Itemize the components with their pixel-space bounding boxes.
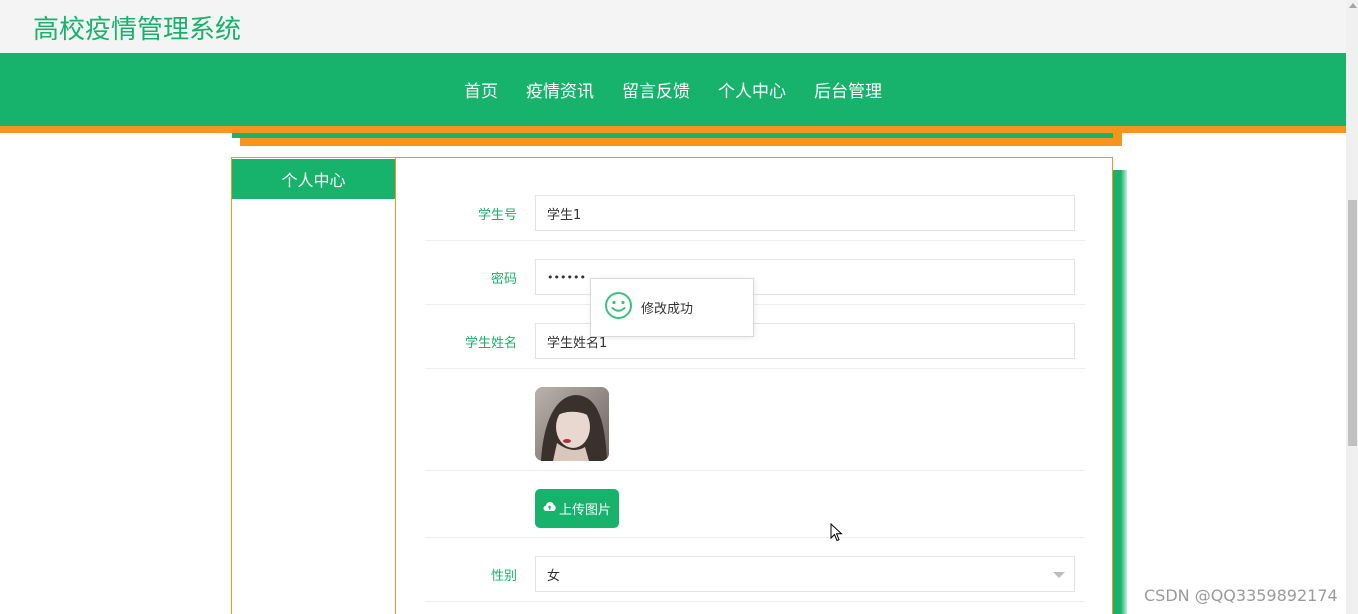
nav-item-epidemic-news[interactable]: 疫情资讯 (526, 77, 594, 102)
sidebar-title[interactable]: 个人中心 (232, 159, 395, 199)
success-toast: 修改成功 (590, 278, 754, 337)
nav-list: 首页 疫情资讯 留言反馈 个人中心 后台管理 (0, 53, 1346, 126)
main-navbar: 首页 疫情资讯 留言反馈 个人中心 后台管理 (0, 53, 1346, 126)
scroll-up-arrow-icon[interactable] (1349, 3, 1357, 8)
upload-image-button[interactable]: 上传图片 (535, 489, 619, 528)
toast-message: 修改成功 (641, 302, 694, 317)
form-row-student-id: 学生号 学生1 (425, 177, 1085, 241)
cloud-upload-icon (543, 501, 556, 516)
watermark: CSDN @QQ3359892174 (1144, 586, 1338, 605)
form-row-student-name: 学生姓名 学生姓名1 (425, 305, 1085, 369)
nav-item-admin[interactable]: 后台管理 (814, 77, 882, 102)
gender-selected-value: 女 (547, 568, 561, 584)
banner-green-bar (232, 133, 1113, 138)
form-row-avatar (425, 369, 1085, 471)
gender-select[interactable]: 女 (535, 556, 1075, 592)
sidebar-panel: 个人中心 (231, 157, 396, 614)
form-row-gender: 性别 女 (425, 538, 1085, 602)
smiley-icon (604, 291, 633, 324)
nav-item-personal-center[interactable]: 个人中心 (718, 77, 786, 102)
nav-item-feedback[interactable]: 留言反馈 (622, 77, 690, 102)
student-id-input[interactable]: 学生1 (535, 195, 1075, 231)
avatar-image (535, 387, 609, 461)
form-row-upload (425, 471, 1085, 538)
site-title: 高校疫情管理系统 (33, 15, 242, 45)
mouse-cursor-icon (830, 522, 844, 547)
password-label: 密码 (490, 272, 517, 287)
chevron-down-icon (1053, 572, 1065, 578)
nav-accent-line (0, 126, 1346, 133)
nav-item-home[interactable]: 首页 (464, 77, 498, 102)
site-header: 高校疫情管理系统 (0, 0, 1346, 53)
form-row-password: 密码 •••••• (425, 241, 1085, 305)
student-id-label: 学生号 (477, 208, 517, 223)
student-name-label: 学生姓名 (464, 336, 517, 351)
panel-shadow (1113, 170, 1127, 614)
gender-label: 性别 (490, 569, 517, 584)
upload-image-label: 上传图片 (558, 503, 611, 518)
scrollbar-thumb[interactable] (1348, 200, 1357, 446)
